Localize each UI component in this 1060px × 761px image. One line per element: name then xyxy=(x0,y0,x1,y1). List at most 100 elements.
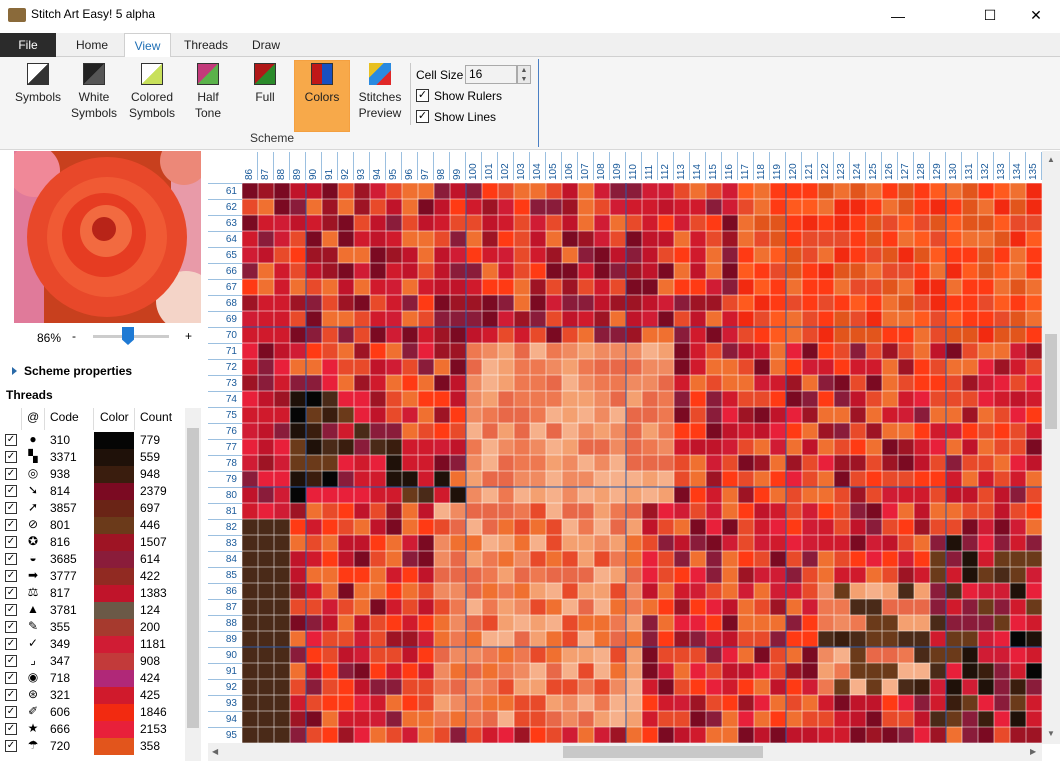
row-number: 87 xyxy=(208,599,242,615)
tab-draw[interactable]: Draw xyxy=(242,33,290,57)
column-number: 119 xyxy=(770,152,786,180)
minimize-button[interactable]: — xyxy=(875,0,921,31)
thread-visible-checkbox[interactable]: ✓ xyxy=(5,434,17,446)
zoom-out-button[interactable]: - xyxy=(72,329,76,343)
row-number: 75 xyxy=(208,407,242,423)
show-lines-checkbox[interactable]: ✓ xyxy=(416,110,429,123)
stitch-grid[interactable] xyxy=(242,183,1042,743)
scheme-properties-toggle[interactable]: Scheme properties xyxy=(24,364,132,378)
thread-row[interactable]: ✓ ✐ 606 1846 xyxy=(0,704,185,721)
thread-row[interactable]: ✓ ◎ 938 948 xyxy=(0,466,185,483)
white-symbols-button[interactable]: White Symbols xyxy=(68,61,120,131)
half-tone-button[interactable]: Half Tone xyxy=(186,61,230,131)
show-rulers-checkbox[interactable]: ✓ xyxy=(416,89,429,102)
thread-visible-checkbox[interactable]: ✓ xyxy=(5,604,17,616)
scroll-up-icon[interactable]: ▲ xyxy=(1047,155,1055,164)
thread-row[interactable]: ✓ ★ 666 2153 xyxy=(0,721,185,738)
thread-visible-checkbox[interactable]: ✓ xyxy=(5,587,17,599)
cell-size-spinner[interactable]: ▲ ▼ xyxy=(517,65,531,84)
scroll-left-icon[interactable]: ◀ xyxy=(212,747,218,756)
maximize-button[interactable]: ☐ xyxy=(967,0,1013,31)
thread-code: 3857 xyxy=(50,501,77,515)
thread-row[interactable]: ✓ ▲ 3781 124 xyxy=(0,602,185,619)
thread-row[interactable]: ✓ ⊘ 801 446 xyxy=(0,517,185,534)
tab-home[interactable]: Home xyxy=(64,33,120,57)
tab-threads[interactable]: Threads xyxy=(177,33,235,57)
thread-row[interactable]: ✓ ▚ 3371 559 xyxy=(0,449,185,466)
full-button[interactable]: Full xyxy=(244,61,286,131)
horizontal-scrollbar[interactable]: ◀ ▶ xyxy=(208,743,1042,761)
thread-count: 697 xyxy=(140,501,161,515)
thread-row[interactable]: ✓ ➚ 3857 697 xyxy=(0,500,185,517)
horizontal-scrollbar-thumb[interactable] xyxy=(563,746,763,758)
threads-scrollbar-thumb[interactable] xyxy=(187,428,199,728)
symbols-button[interactable]: Symbols xyxy=(10,61,66,131)
cell-size-input[interactable]: 16 xyxy=(465,65,517,84)
thread-row[interactable]: ✓ ◉ 718 424 xyxy=(0,670,185,687)
row-number: 72 xyxy=(208,359,242,375)
zoom-in-button[interactable]: + xyxy=(185,329,192,343)
thread-symbol-icon: ◉ xyxy=(27,670,39,684)
thread-visible-checkbox[interactable]: ✓ xyxy=(5,672,17,684)
thread-row[interactable]: ✓ ✪ 816 1507 xyxy=(0,534,185,551)
thread-visible-checkbox[interactable]: ✓ xyxy=(5,740,17,752)
thread-color-swatch xyxy=(94,704,134,721)
thread-visible-checkbox[interactable]: ✓ xyxy=(5,723,17,735)
thread-visible-checkbox[interactable]: ✓ xyxy=(5,638,17,650)
scroll-down-icon[interactable]: ▼ xyxy=(1047,729,1055,738)
thread-visible-checkbox[interactable]: ✓ xyxy=(5,570,17,582)
column-number: 130 xyxy=(946,152,962,180)
thread-visible-checkbox[interactable]: ✓ xyxy=(5,468,17,480)
vertical-scrollbar[interactable]: ▲ ▼ xyxy=(1042,151,1060,744)
colored-symbols-button[interactable]: Colored Symbols xyxy=(126,61,178,131)
column-number: 92 xyxy=(338,152,354,180)
thread-row[interactable]: ✓ ⌟ 347 908 xyxy=(0,653,185,670)
column-number: 98 xyxy=(434,152,450,180)
thread-count: 124 xyxy=(140,603,161,617)
thread-visible-checkbox[interactable]: ✓ xyxy=(5,689,17,701)
tab-view[interactable]: View xyxy=(124,33,171,58)
col-header-count[interactable]: Count xyxy=(140,410,172,424)
row-number: 68 xyxy=(208,295,242,311)
thread-row[interactable]: ✓ ● 310 779 xyxy=(0,432,185,449)
thread-visible-checkbox[interactable]: ✓ xyxy=(5,706,17,718)
thread-visible-checkbox[interactable]: ✓ xyxy=(5,536,17,548)
thread-row[interactable]: ✓ ◒ 3685 614 xyxy=(0,551,185,568)
colors-button[interactable]: Colors xyxy=(294,60,350,132)
thread-visible-checkbox[interactable]: ✓ xyxy=(5,451,17,463)
tab-file[interactable]: File xyxy=(0,33,56,57)
close-button[interactable]: ✕ xyxy=(1013,0,1059,31)
thread-visible-checkbox[interactable]: ✓ xyxy=(5,553,17,565)
expand-arrow-icon[interactable] xyxy=(12,367,17,375)
thread-row[interactable]: ✓ ✎ 355 200 xyxy=(0,619,185,636)
col-header-color[interactable]: Color xyxy=(100,410,129,424)
row-number: 65 xyxy=(208,247,242,263)
column-ruler: 86 87 88 89 90 91 92 93 94 95 96 97 98 99 100 101 102 103… xyxy=(242,151,1042,182)
thread-visible-checkbox[interactable]: ✓ xyxy=(5,519,17,531)
thread-visible-checkbox[interactable]: ✓ xyxy=(5,502,17,514)
thread-visible-checkbox[interactable]: ✓ xyxy=(5,655,17,667)
thread-row[interactable]: ✓ ⚖ 817 1383 xyxy=(0,585,185,602)
thread-row[interactable]: ✓ ➘ 814 2379 xyxy=(0,483,185,500)
scroll-right-icon[interactable]: ▶ xyxy=(1030,747,1036,756)
thread-row[interactable]: ✓ ⊛ 321 425 xyxy=(0,687,185,704)
ribbon-tabs: File Home View Threads Draw xyxy=(0,33,1060,58)
threads-scrollbar[interactable] xyxy=(185,408,201,761)
thread-row[interactable]: ✓ ➡ 3777 422 xyxy=(0,568,185,585)
colors-icon xyxy=(311,63,333,85)
thread-symbol-icon: ⌟ xyxy=(30,653,36,667)
zoom-slider-thumb[interactable] xyxy=(122,327,134,345)
col-header-symbol[interactable]: @ xyxy=(27,410,39,424)
stitches-preview-button[interactable]: Stitches Preview xyxy=(356,61,404,131)
thread-row[interactable]: ✓ ✓ 349 1181 xyxy=(0,636,185,653)
thread-visible-checkbox[interactable]: ✓ xyxy=(5,485,17,497)
thread-color-swatch xyxy=(94,721,134,738)
ribbon: Symbols White Symbols Colored Symbols Ha… xyxy=(0,57,1060,150)
thread-visible-checkbox[interactable]: ✓ xyxy=(5,621,17,633)
thread-symbol-icon: ★ xyxy=(27,721,39,735)
col-header-code[interactable]: Code xyxy=(50,410,79,424)
image-preview[interactable] xyxy=(14,151,201,323)
vertical-scrollbar-thumb[interactable] xyxy=(1045,334,1057,429)
full-icon xyxy=(254,63,276,85)
thread-row[interactable]: ✓ ☂ 720 358 xyxy=(0,738,185,755)
